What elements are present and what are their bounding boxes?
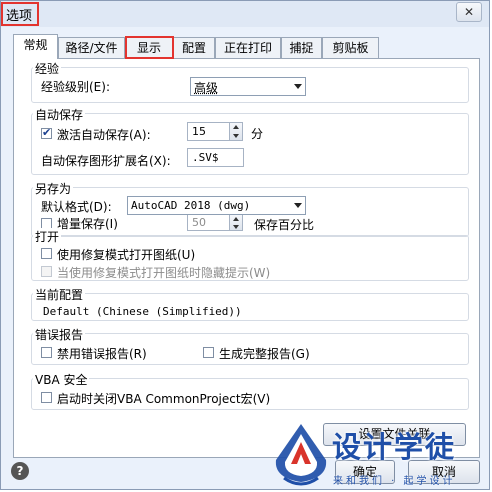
saveas-format-value: AutoCAD 2018 (dwg) [131,199,251,212]
saveas-format-label: 默认格式(D): [41,200,112,214]
experience-level-select[interactable]: 高级 [190,77,306,96]
experience-title: 经验 [33,60,62,77]
chevron-down-icon [294,84,302,89]
incremental-save-input[interactable]: 50 [187,214,230,231]
open-repair-label: 使用修复模式打开图纸(U) [57,248,196,262]
saveas-format-select[interactable]: AutoCAD 2018 (dwg) [127,196,306,215]
spin-down-icon [233,225,239,229]
tab-paths-files[interactable]: 路径/文件 [58,37,125,58]
autosave-interval-spinner[interactable] [229,122,243,141]
autosave-enable-checkbox[interactable]: ✔ [41,126,52,139]
disable-error-report-checkbox[interactable] [41,347,52,358]
autosave-extension-value: .SV$ [192,151,219,164]
disable-error-report-label: 禁用错误报告(R) [57,347,147,361]
watermark-logo-icon [275,424,327,486]
tab-general[interactable]: 常规 [13,34,58,59]
close-button[interactable]: ✕ [456,2,482,22]
watermark-slogan: 来和我们 · 起学设计 [333,476,456,487]
help-icon[interactable]: ? [11,462,29,480]
open-title: 打开 [33,228,62,245]
open-repair-checkbox[interactable] [41,248,52,259]
spin-up-icon [233,217,239,221]
profile-value: Default (Chinese (Simplified)) [43,305,242,318]
vba-close-label: 启动时关闭VBA CommonProject宏(V) [57,392,271,406]
autosave-extension-input[interactable]: .SV$ [187,148,244,167]
autosave-enable-label: 激活自动保存(A): [57,128,151,142]
experience-level-value: 高级 [194,81,219,95]
hide-prompt-label: 当使用修复模式打开图纸时隐藏提示(W) [57,266,271,280]
spin-down-icon [233,134,239,138]
incremental-save-spinner[interactable] [229,214,243,231]
display-tab-highlight-box [125,36,174,59]
autosave-interval-input[interactable]: 15 [187,122,230,141]
experience-level-label: 经验级别(E): [41,80,110,94]
title-bar [1,1,489,27]
saveas-title: 另存为 [33,180,74,197]
vba-title: VBA 安全 [33,371,90,388]
incremental-save-label: 增量保存(I) [57,217,118,231]
chevron-down-icon [294,203,302,208]
checkmark-icon: ✔ [42,126,52,139]
full-report-checkbox[interactable] [203,347,214,358]
autosave-title: 自动保存 [33,106,86,123]
hide-prompt-checkbox[interactable] [41,266,52,277]
autosave-interval-unit: 分 [251,127,264,141]
tab-clipboard[interactable]: 剪贴板 [322,37,379,58]
autosave-extension-label: 自动保存图形扩展名(X): [41,154,171,168]
watermark-brand: 设计学徒 [332,430,457,464]
tab-snap[interactable]: 捕捉 [281,37,322,58]
incremental-save-value: 50 [192,216,206,229]
spin-up-icon [233,125,239,129]
autosave-interval-value: 15 [192,125,206,138]
incremental-save-unit: 保存百分比 [254,218,315,232]
tab-profiles[interactable]: 配置 [173,37,215,58]
error-report-title: 错误报告 [33,326,86,343]
title-highlight-box [1,2,39,26]
profile-title: 当前配置 [33,286,86,303]
tab-printing[interactable]: 正在打印 [215,37,281,58]
vba-close-checkbox[interactable] [41,392,52,403]
full-report-label: 生成完整报告(G) [219,347,310,361]
